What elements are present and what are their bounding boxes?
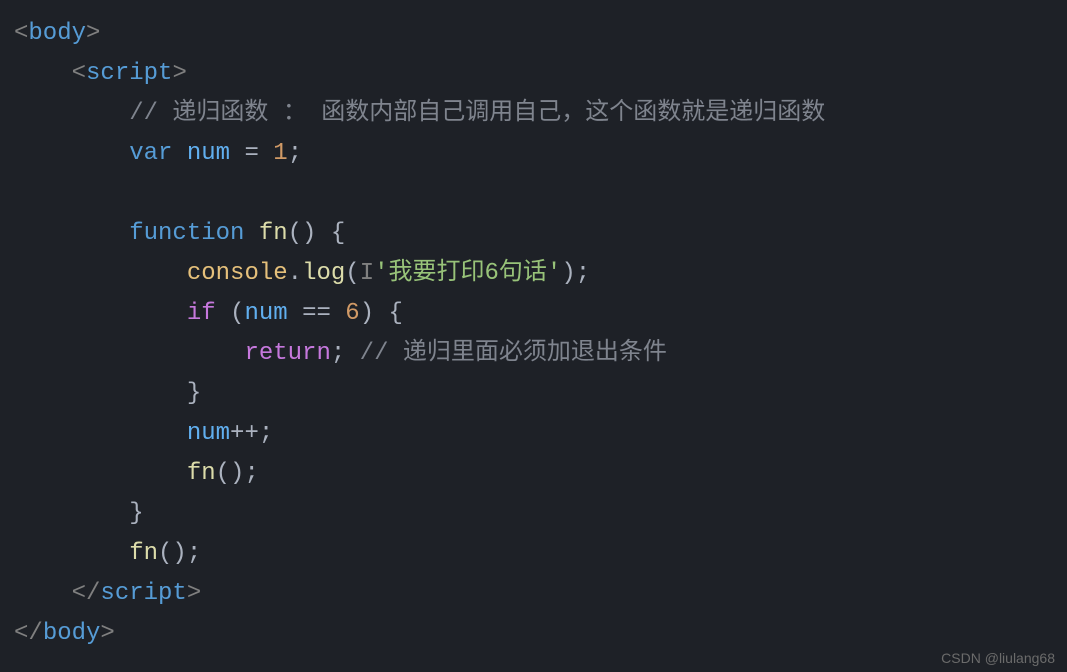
watermark: CSDN @liulang68	[941, 650, 1055, 666]
code-token: }	[129, 500, 143, 527]
code-token: (	[345, 260, 359, 287]
code-token: ;	[187, 540, 201, 567]
code-token: if	[187, 300, 216, 327]
code-line	[14, 174, 1053, 214]
code-line: </body>	[14, 614, 1053, 654]
code-token: fn	[129, 540, 158, 567]
code-token: >	[187, 580, 201, 607]
code-token: script	[86, 60, 172, 87]
code-token: >	[100, 620, 114, 647]
code-token: )	[561, 260, 575, 287]
code-token: // 递归里面必须加退出条件	[360, 340, 667, 367]
code-token	[288, 300, 302, 327]
code-token: body	[28, 20, 86, 47]
code-line: fn();	[14, 534, 1053, 574]
code-token: ;	[288, 140, 302, 167]
code-line: <script>	[14, 54, 1053, 94]
code-token	[345, 340, 359, 367]
code-token: // 递归函数 ： 函数内部自己调用自己，这个函数就是递归函数	[129, 100, 825, 127]
code-token: console	[187, 260, 288, 287]
code-token: log	[302, 260, 345, 287]
code-token: {	[331, 220, 345, 247]
code-token: )	[360, 300, 374, 327]
code-token: ==	[302, 300, 331, 327]
code-token: fn	[187, 460, 216, 487]
code-token: </	[72, 580, 101, 607]
code-line: return; // 递归里面必须加退出条件	[14, 334, 1053, 374]
code-token: return	[244, 340, 330, 367]
code-token: ;	[259, 420, 273, 447]
code-line: fn();	[14, 454, 1053, 494]
code-token: ()	[216, 460, 245, 487]
code-token	[230, 140, 244, 167]
code-token: script	[100, 580, 186, 607]
code-line: }	[14, 494, 1053, 534]
code-token: var	[129, 140, 172, 167]
code-token: 1	[273, 140, 287, 167]
code-token: 6	[345, 300, 359, 327]
code-line: </script>	[14, 574, 1053, 614]
code-token	[316, 220, 330, 247]
code-line: console.log(I'我要打印6句话');	[14, 254, 1053, 294]
code-token: </	[14, 620, 43, 647]
code-line: <body>	[14, 14, 1053, 54]
code-line: }	[14, 374, 1053, 414]
code-token: <	[72, 60, 86, 87]
code-line: num++;	[14, 414, 1053, 454]
code-line: if (num == 6) {	[14, 294, 1053, 334]
code-token: (	[230, 300, 244, 327]
code-token: function	[129, 220, 244, 247]
code-token: .	[288, 260, 302, 287]
code-token: '我要打印6句话'	[374, 260, 561, 287]
code-token: ()	[158, 540, 187, 567]
code-token: num	[187, 420, 230, 447]
code-token: =	[244, 140, 258, 167]
code-token	[374, 300, 388, 327]
code-token: >	[172, 60, 186, 87]
code-token: ()	[288, 220, 317, 247]
code-token: >	[86, 20, 100, 47]
code-token: I	[360, 260, 374, 287]
code-block: <body> <script> // 递归函数 ： 函数内部自己调用自己，这个函…	[14, 14, 1053, 654]
code-token	[172, 140, 186, 167]
code-token: ;	[244, 460, 258, 487]
code-token: ;	[331, 340, 345, 367]
code-token: num	[187, 140, 230, 167]
code-line: function fn() {	[14, 214, 1053, 254]
code-line: // 递归函数 ： 函数内部自己调用自己，这个函数就是递归函数	[14, 94, 1053, 134]
code-token	[216, 300, 230, 327]
code-token: fn	[259, 220, 288, 247]
code-token: }	[187, 380, 201, 407]
code-token	[244, 220, 258, 247]
code-line: var num = 1;	[14, 134, 1053, 174]
code-token: {	[389, 300, 403, 327]
code-token	[331, 300, 345, 327]
code-token: <	[14, 20, 28, 47]
code-token: num	[244, 300, 287, 327]
code-token: body	[43, 620, 101, 647]
code-token	[259, 140, 273, 167]
code-token: ;	[576, 260, 590, 287]
code-token: ++	[230, 420, 259, 447]
